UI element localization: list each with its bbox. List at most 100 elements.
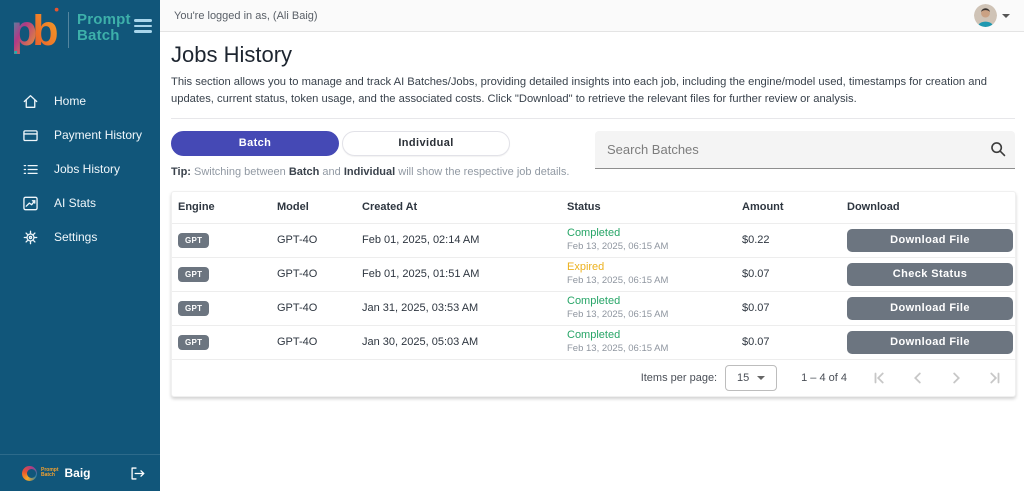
- created-at-cell: Feb 01, 2025, 02:14 AM: [362, 234, 480, 247]
- status-date: Feb 13, 2025, 06:15 AM: [567, 241, 669, 253]
- action-cell: Download File: [847, 228, 1015, 252]
- col-header-model: Model: [277, 201, 309, 214]
- next-page-button[interactable]: [945, 367, 967, 389]
- sidebar-item-label: Settings: [54, 230, 98, 244]
- status-date: Feb 13, 2025, 06:15 AM: [567, 343, 669, 355]
- gear-icon: [23, 230, 38, 244]
- main-area: You're logged in as, (Ali Baig) Jobs His…: [160, 0, 1024, 491]
- model-cell: GPT-4O: [277, 336, 318, 349]
- action-cell: Download File: [847, 330, 1015, 354]
- engine-badge: GPT: [178, 266, 210, 282]
- created-at-cell: Feb 01, 2025, 01:51 AM: [362, 268, 480, 281]
- model-cell: GPT-4O: [277, 302, 318, 315]
- table-row: GPT GPT-4O Jan 30, 2025, 05:03 AM Comple…: [172, 324, 1015, 359]
- tab-individual[interactable]: Individual: [342, 130, 510, 156]
- sidebar-item-payment-history[interactable]: Payment History: [0, 118, 160, 152]
- sidebar-footer: Prompt Batch Baig: [0, 454, 160, 491]
- job-type-toggle: Batch Individual: [171, 130, 569, 156]
- controls-row: Batch Individual Tip: Switching between …: [171, 130, 1015, 178]
- created-at-cell: Jan 31, 2025, 03:53 AM: [362, 302, 479, 315]
- status-cell: Completed Feb 13, 2025, 06:15 AM: [567, 227, 742, 253]
- search-icon: [991, 142, 1006, 157]
- sidebar-item-jobs-history[interactable]: Jobs History: [0, 152, 160, 186]
- col-header-download: Download: [847, 201, 900, 214]
- sidebar-item-ai-stats[interactable]: AI Stats: [0, 186, 160, 220]
- home-icon: [23, 94, 38, 108]
- logged-in-text: You're logged in as, (Ali Baig): [174, 9, 318, 22]
- sidebar-item-label: AI Stats: [54, 196, 97, 210]
- promptbatch-mini-logo-icon: [22, 465, 37, 481]
- mini-logo-wordmark: Prompt Batch: [41, 466, 59, 478]
- logo-wordmark: Prompt Batch: [77, 12, 134, 44]
- page-content: Jobs History This section allows you to …: [160, 32, 1024, 397]
- jobs-table: Engine Model Created At Status Amount Do…: [171, 190, 1016, 397]
- last-page-icon: [990, 372, 1000, 383]
- items-per-page-value: 15: [737, 371, 750, 384]
- sidebar-item-home[interactable]: Home: [0, 84, 160, 118]
- page-range-label: 1 – 4 of 4: [801, 371, 847, 384]
- engine-badge: GPT: [178, 300, 210, 316]
- status-text: Completed: [567, 227, 621, 240]
- logo-row: p b Prompt Batch: [0, 0, 160, 62]
- tab-batch[interactable]: Batch: [171, 130, 339, 156]
- table-row: GPT GPT-4O Feb 01, 2025, 02:14 AM Comple…: [172, 222, 1015, 257]
- user-menu[interactable]: [974, 4, 1010, 27]
- created-at-cell: Jan 30, 2025, 05:03 AM: [362, 336, 479, 349]
- search-field: [595, 130, 1015, 169]
- previous-page-button[interactable]: [907, 367, 929, 389]
- col-header-created: Created At: [362, 201, 418, 214]
- col-header-engine: Engine: [178, 201, 215, 214]
- items-per-page-select[interactable]: 15: [725, 364, 778, 391]
- amount-cell: $0.07: [742, 268, 770, 281]
- caret-down-icon: [1002, 13, 1010, 18]
- toggle-and-tip: Batch Individual Tip: Switching between …: [171, 130, 570, 178]
- hamburger-menu-icon[interactable]: [134, 16, 152, 36]
- status-date: Feb 13, 2025, 06:15 AM: [567, 275, 669, 287]
- paginator: Items per page: 15 1 – 4 of 4: [172, 358, 1015, 396]
- row-action-button[interactable]: Download File: [847, 330, 1013, 354]
- last-page-button[interactable]: [983, 367, 1005, 389]
- payment-icon: [23, 129, 38, 141]
- logo-line2: Batch: [77, 26, 120, 44]
- chevron-left-icon: [914, 372, 921, 383]
- search-input[interactable]: [595, 141, 981, 157]
- first-page-button[interactable]: [869, 367, 891, 389]
- action-cell: Check Status: [847, 262, 1015, 286]
- sidebar-item-label: Payment History: [54, 128, 143, 142]
- sidebar: p b Prompt Batch Home Payment History Jo…: [0, 0, 160, 491]
- search-button[interactable]: [981, 140, 1015, 158]
- amount-cell: $0.07: [742, 302, 770, 315]
- row-action-button[interactable]: Download File: [847, 228, 1013, 252]
- row-action-button[interactable]: Check Status: [847, 262, 1013, 286]
- action-cell: Download File: [847, 296, 1015, 320]
- status-text: Completed: [567, 295, 621, 308]
- table-row: GPT GPT-4O Jan 31, 2025, 03:53 AM Comple…: [172, 290, 1015, 325]
- col-header-amount: Amount: [742, 201, 784, 214]
- select-caret-icon: [757, 375, 766, 380]
- tip-text: Tip: Switching between Batch and Individ…: [171, 165, 570, 178]
- amount-cell: $0.22: [742, 234, 770, 247]
- search-area: [595, 130, 1015, 169]
- app-window: p b Prompt Batch Home Payment History Jo…: [0, 0, 1024, 491]
- sidebar-item-label: Jobs History: [54, 162, 121, 176]
- status-cell: Expired Feb 13, 2025, 06:15 AM: [567, 261, 742, 287]
- items-per-page-label: Items per page:: [640, 371, 718, 384]
- table-body: GPT GPT-4O Feb 01, 2025, 02:14 AM Comple…: [172, 222, 1015, 359]
- status-cell: Completed Feb 13, 2025, 06:15 AM: [567, 329, 742, 355]
- status-cell: Completed Feb 13, 2025, 06:15 AM: [567, 295, 742, 321]
- avatar[interactable]: [974, 4, 997, 27]
- sidebar-item-settings[interactable]: Settings: [0, 220, 160, 254]
- list-icon: [23, 164, 38, 174]
- logo-line1: Prompt: [77, 11, 131, 28]
- table-header-row: Engine Model Created At Status Amount Do…: [172, 192, 1015, 223]
- logout-button[interactable]: [129, 465, 146, 482]
- topbar: You're logged in as, (Ali Baig): [160, 0, 1024, 32]
- col-header-status: Status: [567, 201, 601, 214]
- promptbatch-logo-icon: p b: [11, 7, 59, 55]
- row-action-button[interactable]: Download File: [847, 296, 1013, 320]
- status-text: Completed: [567, 329, 621, 342]
- footer-username: Baig: [64, 466, 91, 480]
- status-text: Expired: [567, 261, 605, 274]
- table-row: GPT GPT-4O Feb 01, 2025, 01:51 AM Expire…: [172, 256, 1015, 291]
- divider: [171, 117, 1015, 119]
